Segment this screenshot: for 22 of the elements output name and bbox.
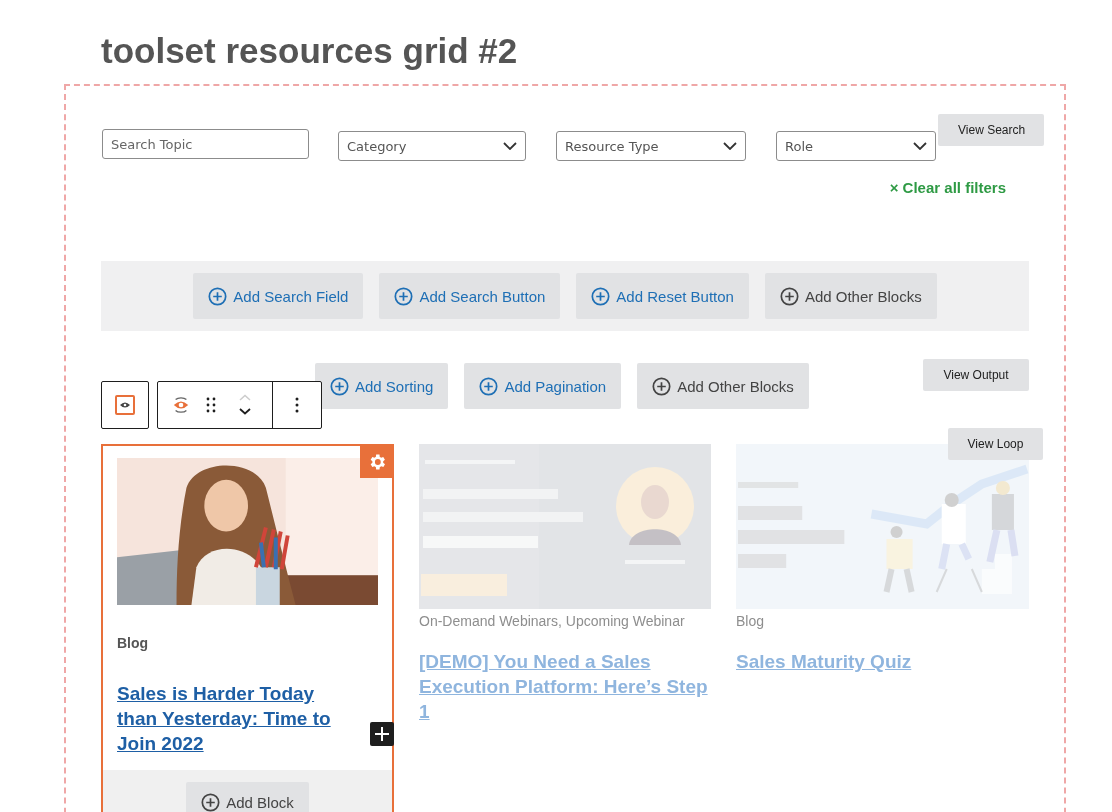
selected-post-card[interactable]: Blog Sales is Harder Today than Yesterday: Time to Join 2022 Add Block bbox=[101, 444, 394, 812]
view-output-button[interactable]: View Output bbox=[923, 359, 1029, 391]
dropdown[interactable]: Resource Type bbox=[556, 131, 746, 161]
add-block-button[interactable]: Add Block bbox=[186, 782, 309, 812]
add-block-button[interactable]: Add Pagination bbox=[464, 363, 622, 409]
page-title: toolset resources grid #2 bbox=[100, 30, 518, 72]
add-block-button[interactable]: Add Other Blocks bbox=[764, 273, 937, 319]
post-category: On-Demand Webinars, Upcoming Webinar bbox=[419, 613, 686, 629]
post-category: Blog bbox=[117, 635, 150, 651]
post-category: Blog bbox=[736, 613, 766, 629]
view-search-button[interactable]: View Search bbox=[938, 114, 1044, 146]
add-block-button[interactable]: Add Search Field bbox=[193, 273, 364, 319]
add-block-button[interactable]: Add Sorting bbox=[315, 363, 449, 409]
clear-filters-link[interactable]: × Clear all filters bbox=[889, 179, 1006, 196]
view-loop-button[interactable]: View Loop bbox=[948, 428, 1043, 460]
add-block-button[interactable]: Add Search Button bbox=[379, 273, 561, 319]
dropdown[interactable]: Category bbox=[338, 131, 526, 161]
search-field[interactable]: Search Topic bbox=[102, 129, 309, 159]
add-block-button[interactable]: Add Other Blocks bbox=[637, 363, 809, 409]
dropdown[interactable]: Role bbox=[776, 131, 936, 161]
add-block-button[interactable]: Add Reset Button bbox=[576, 273, 749, 319]
post-title-link[interactable]: Sales is Harder Today than Yesterday: Time to Join 2022 bbox=[117, 681, 356, 756]
